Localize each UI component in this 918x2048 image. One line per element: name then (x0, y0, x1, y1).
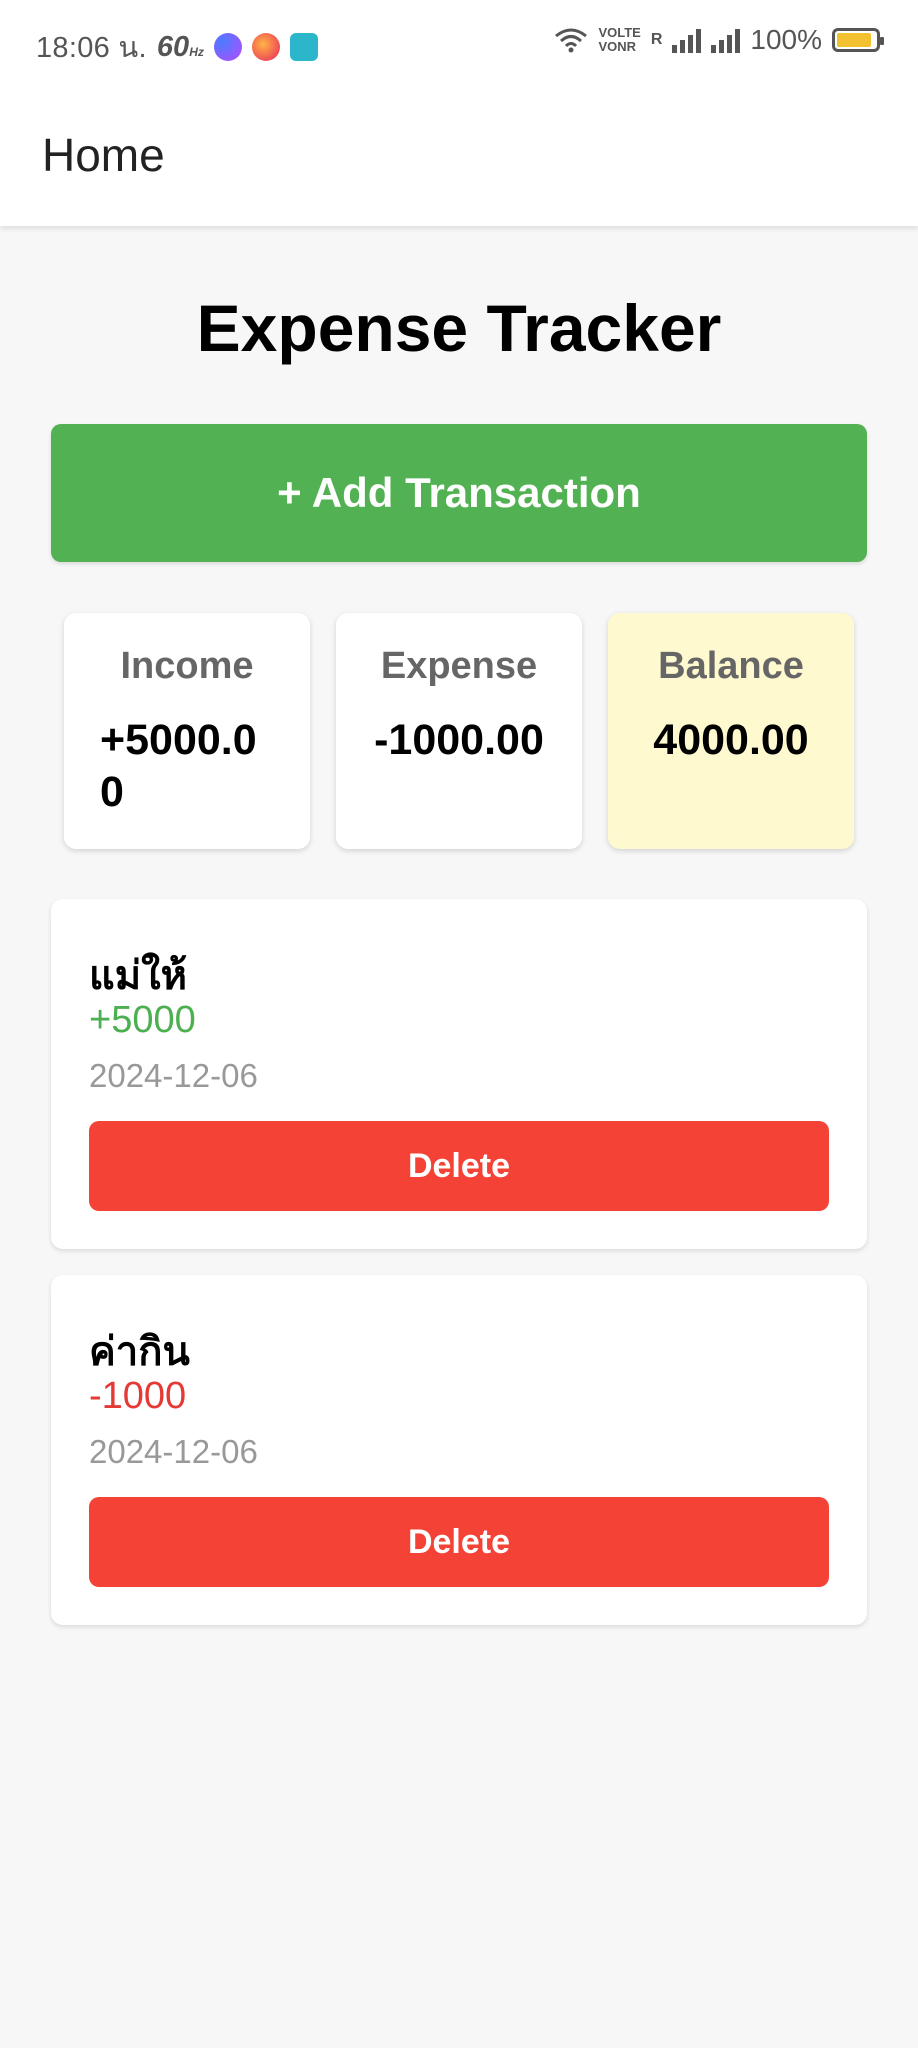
transaction-card: ค่ากิน -1000 2024-12-06 Delete (51, 1275, 867, 1625)
expense-card: Expense -1000.00 (336, 613, 582, 849)
transaction-date: 2024-12-06 (89, 1057, 258, 1094)
income-value: +5000.00 (100, 716, 257, 816)
status-bar-left: 18:06 น. 60Hz (36, 24, 318, 70)
refresh-rate-value: 60 (156, 30, 190, 63)
vonr-label: VONR (598, 39, 636, 54)
transaction-card: แม่ให้ +5000 2024-12-06 Delete (51, 899, 867, 1249)
delete-button[interactable]: Delete (89, 1121, 829, 1211)
expense-value: -1000.00 (374, 716, 544, 764)
signal-icon (672, 27, 702, 53)
page-title: Expense Tracker (196, 291, 722, 365)
transaction-description: ค่ากิน (89, 1329, 190, 1375)
balance-value: 4000.00 (653, 716, 809, 764)
transaction-date: 2024-12-06 (89, 1433, 258, 1470)
income-card: Income +5000.00 (64, 613, 310, 849)
balance-card: Balance 4000.00 (608, 613, 854, 849)
battery-fill (837, 33, 871, 47)
transaction-description: แม่ให้ (89, 953, 188, 999)
signal-icon-secondary (711, 27, 741, 53)
delete-button[interactable]: Delete (89, 1497, 829, 1587)
lazada-icon (251, 33, 280, 61)
transaction-amount: +5000 (89, 999, 196, 1041)
wifi-icon (555, 28, 588, 53)
roaming-indicator: R (650, 31, 663, 48)
battery-icon (832, 28, 884, 52)
usb-icon (289, 33, 318, 61)
volte-label: VOLTE (598, 25, 641, 40)
expense-label: Expense (380, 645, 538, 687)
app-bar-title: Home (42, 129, 165, 181)
add-transaction-button[interactable]: + Add Transaction (51, 424, 867, 562)
app-bar: Home (0, 90, 918, 226)
refresh-rate-indicator: 60Hz (157, 31, 204, 64)
volte-indicator: VOLTE VONR (598, 26, 640, 54)
transaction-amount: -1000 (89, 1375, 187, 1417)
status-bar: 18:06 น. 60Hz VOLTE VONR R 100% (0, 0, 918, 90)
messenger-icon (213, 33, 242, 61)
balance-label: Balance (658, 645, 804, 687)
status-time: 18:06 น. (36, 32, 147, 64)
refresh-rate-unit: Hz (189, 44, 204, 59)
status-bar-right: VOLTE VONR R 100% (554, 24, 884, 56)
battery-percent: 100% (750, 24, 822, 55)
income-label: Income (120, 645, 254, 687)
